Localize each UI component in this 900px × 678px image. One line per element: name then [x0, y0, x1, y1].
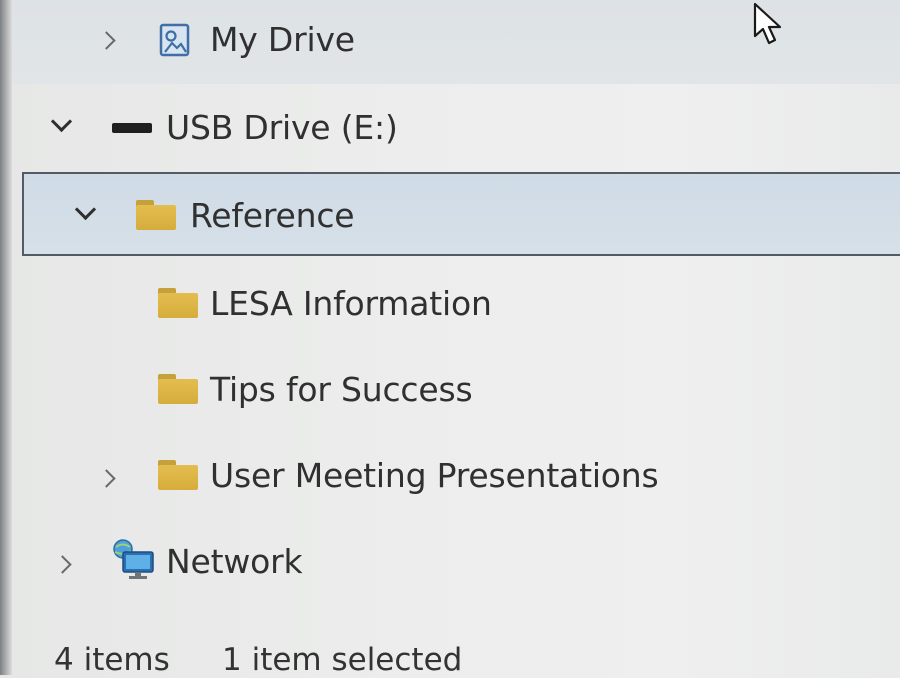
tree-item-label: USB Drive (E:) — [166, 108, 398, 147]
item-count: 4 items — [54, 642, 170, 678]
status-bar: 4 items 1 item selected — [0, 630, 900, 678]
chevron-right-icon[interactable] — [56, 558, 69, 571]
tree-item-label: Tips for Success — [210, 370, 473, 409]
tree-item-user-meeting-presentations[interactable]: User Meeting Presentations — [0, 430, 900, 516]
network-icon — [110, 538, 156, 582]
tree-item-network[interactable]: Network — [0, 516, 900, 602]
mouse-pointer-icon — [752, 2, 786, 46]
chevron-down-icon[interactable] — [54, 114, 69, 129]
tree-item-usb-drive[interactable]: USB Drive (E:) — [0, 86, 900, 172]
tree-item-label: LESA Information — [210, 284, 492, 323]
folder-icon — [136, 200, 176, 230]
tree-item-label: My Drive — [210, 20, 355, 59]
selection-status: 1 item selected — [222, 642, 463, 678]
tree-item-tips-for-success[interactable]: Tips for Success — [0, 344, 900, 430]
tree-item-label: Reference — [190, 196, 355, 235]
tree-item-label: Network — [166, 542, 303, 581]
folder-icon — [158, 288, 198, 318]
usb-drive-icon — [112, 123, 152, 133]
folder-icon — [158, 374, 198, 404]
tree-item-reference[interactable]: Reference — [0, 172, 900, 258]
chevron-down-icon[interactable] — [78, 202, 93, 217]
folder-icon — [158, 460, 198, 490]
cloud-drive-icon — [158, 22, 192, 58]
tree-item-lesa-information[interactable]: LESA Information — [0, 258, 900, 344]
tree-item-label: User Meeting Presentations — [210, 456, 659, 495]
chevron-right-icon[interactable] — [100, 34, 113, 47]
chevron-right-icon[interactable] — [100, 472, 113, 485]
